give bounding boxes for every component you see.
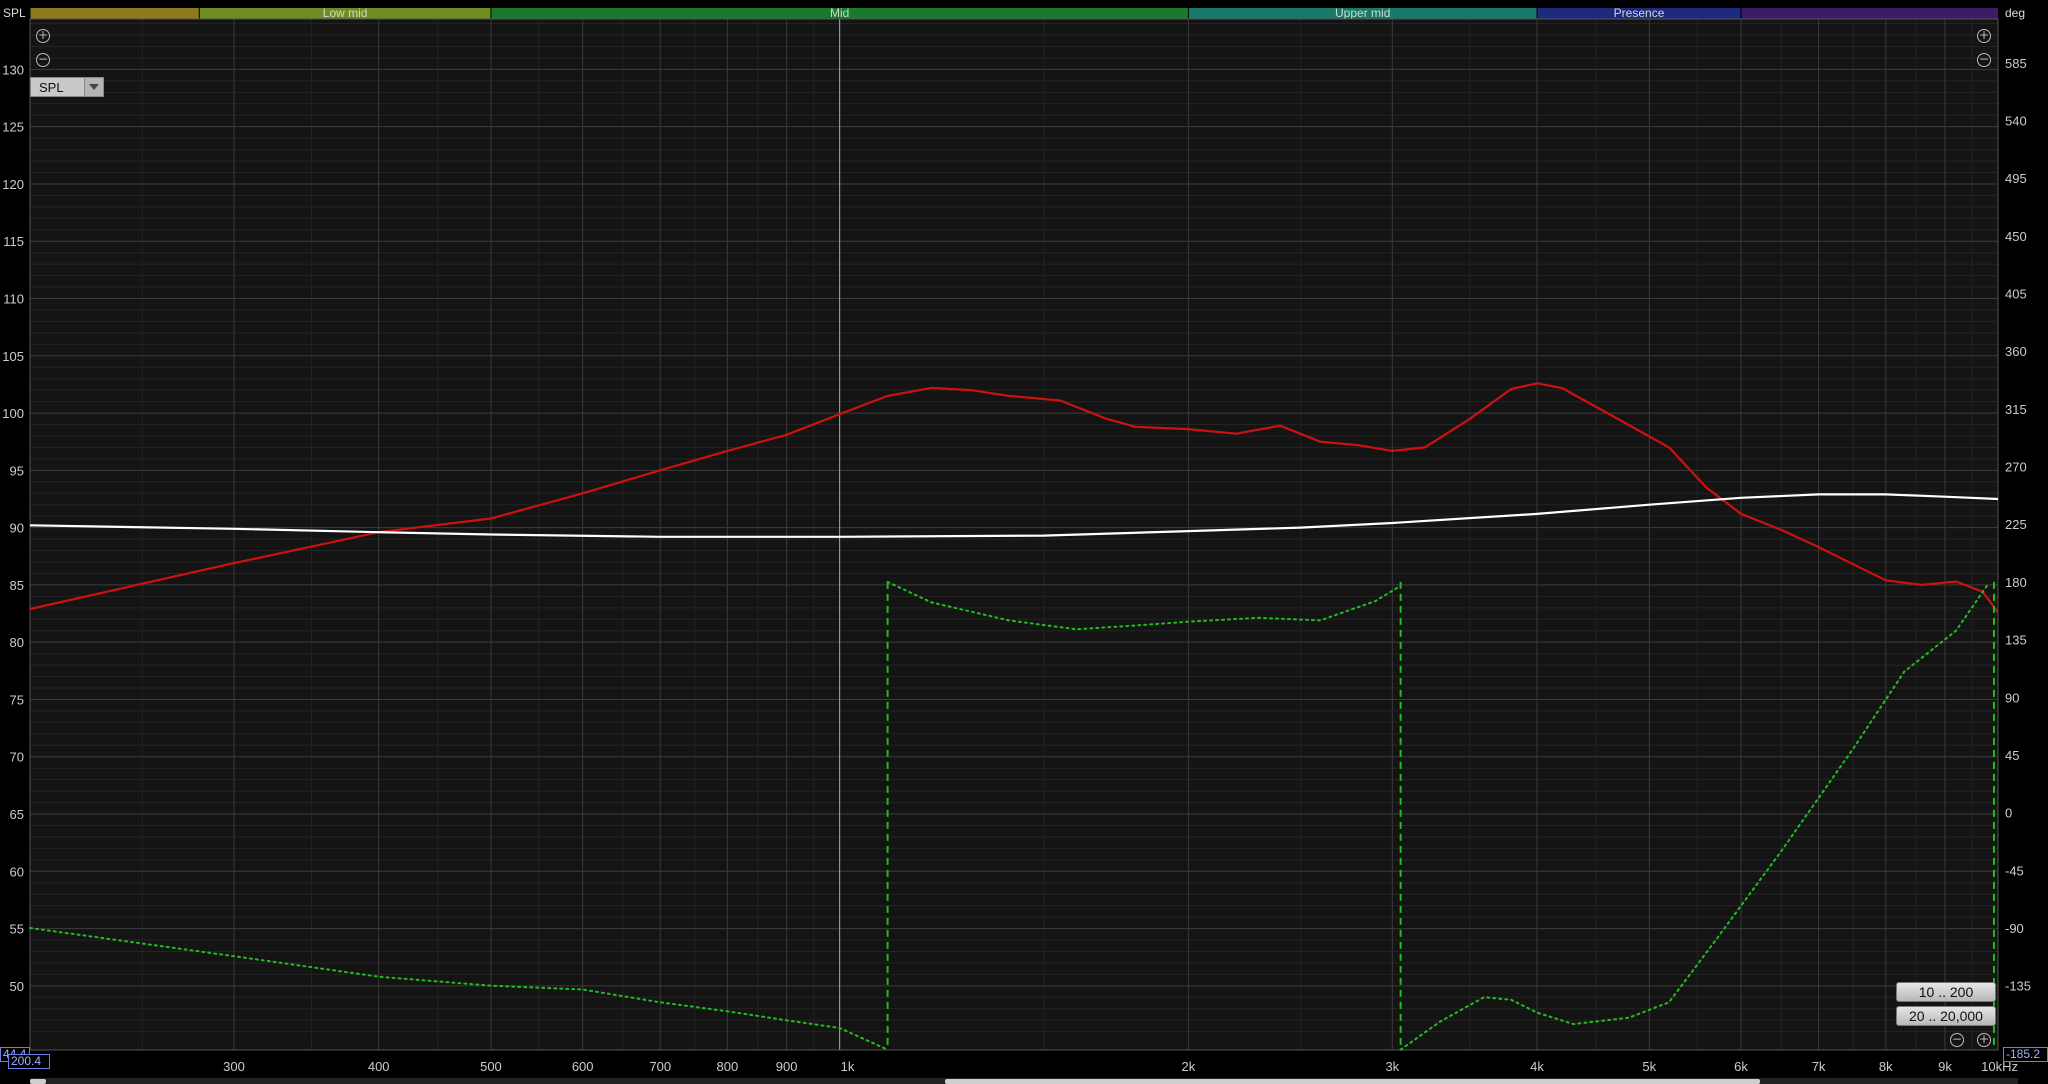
y-left-tick-label: 105 (2, 349, 24, 364)
band-label: Upper mid (1335, 6, 1390, 20)
scrollbar-left-handle[interactable] (30, 1079, 46, 1084)
y-right-tick-label: 495 (2005, 171, 2027, 186)
y-left-tick-label: 110 (3, 292, 24, 307)
y-left-tick-label: 55 (10, 922, 24, 937)
x-tick-label: 1k (841, 1059, 855, 1074)
y-left-tick-label: 115 (3, 234, 24, 249)
y-left-axis-label: SPL (3, 6, 26, 20)
y-left-tick-label: 120 (2, 177, 24, 192)
band-label: Mid (830, 6, 849, 20)
x-tick-label: 8k (1879, 1059, 1893, 1074)
scrollbar-thumb[interactable] (945, 1079, 1760, 1084)
x-tick-label: 400 (368, 1059, 390, 1074)
y-right-tick-label: 90 (2005, 690, 2019, 705)
plot-area[interactable] (30, 19, 1998, 1050)
x-min-readout[interactable]: 200.4 (8, 1054, 50, 1069)
y-right-tick-label: 180 (2005, 575, 2027, 590)
y-right-tick-label: -135 (2005, 979, 2031, 994)
y-right-tick-label: 585 (2005, 56, 2027, 71)
x-tick-label: 700 (649, 1059, 671, 1074)
x-zoom-in-icon[interactable]: + (1977, 1033, 1991, 1047)
y-right-tick-label: 315 (2005, 402, 2027, 417)
y-right-axis-label: deg (2005, 6, 2025, 20)
y-right-min-readout[interactable]: -185.2 (2003, 1047, 2048, 1062)
y-left-tick-label: 70 (10, 750, 24, 765)
range-button-10-200[interactable]: 10 .. 200 (1896, 982, 1996, 1002)
y-left-tick-label: 50 (10, 979, 24, 994)
y-left-tick-label: 85 (10, 578, 24, 593)
right-zoom-in-icon[interactable]: + (1977, 29, 1991, 43)
spl-select-label: SPL (39, 80, 64, 95)
x-tick-label: 300 (223, 1059, 245, 1074)
x-zoom-out-icon[interactable]: − (1950, 1033, 1964, 1047)
y-right-tick-label: 0 (2005, 806, 2012, 821)
y-left-tick-label: 100 (2, 406, 24, 421)
y-right-tick-label: 45 (2005, 748, 2019, 763)
spl-select[interactable]: SPL (30, 77, 104, 97)
x-tick-label: 7k (1812, 1059, 1826, 1074)
x-tick-label: 2k (1181, 1059, 1195, 1074)
left-zoom-out-icon[interactable]: − (36, 53, 50, 67)
range-button-20-20000[interactable]: 20 .. 20,000 (1896, 1006, 1996, 1026)
y-right-tick-label: 270 (2005, 460, 2027, 475)
y-left-tick-label: 130 (2, 62, 24, 77)
chevron-down-icon[interactable] (84, 78, 103, 96)
y-right-tick-label: 225 (2005, 517, 2027, 532)
band-5[interactable] (1741, 8, 1998, 19)
x-tick-label: 3k (1385, 1059, 1399, 1074)
y-right-tick-label: -90 (2005, 921, 2024, 936)
band-label: Presence (1614, 6, 1665, 20)
x-tick-label: 5k (1642, 1059, 1656, 1074)
y-right-tick-label: 135 (2005, 633, 2027, 648)
y-right-tick-label: 360 (2005, 344, 2027, 359)
left-zoom-in-icon[interactable]: + (36, 29, 50, 43)
x-tick-label: 600 (572, 1059, 594, 1074)
y-left-tick-label: 95 (10, 463, 24, 478)
x-tick-label: 500 (480, 1059, 502, 1074)
y-right-tick-label: 405 (2005, 287, 2027, 302)
right-zoom-out-icon[interactable]: − (1977, 53, 1991, 67)
y-right-tick-label: 450 (2005, 229, 2027, 244)
y-left-tick-label: 75 (10, 692, 24, 707)
y-left-tick-label: 90 (10, 521, 24, 536)
x-tick-label: 4k (1530, 1059, 1544, 1074)
y-left-tick-label: 60 (10, 864, 24, 879)
y-left-tick-label: 65 (10, 807, 24, 822)
frequency-response-chart[interactable]: Low mid Mid Upper mid Presence 130 125 120 115 1… (0, 0, 2048, 1084)
x-tick-label: 6k (1734, 1059, 1748, 1074)
y-left-tick-label: 80 (10, 635, 24, 650)
x-tick-label: 800 (717, 1059, 739, 1074)
y-right-tick-label: -45 (2005, 863, 2024, 878)
x-tick-label: 900 (776, 1059, 798, 1074)
y-right-tick-label: 540 (2005, 114, 2027, 129)
band-0[interactable] (30, 8, 200, 19)
band-label: Low mid (323, 6, 368, 20)
y-left-tick-label: 125 (2, 120, 24, 135)
x-tick-label: 9k (1938, 1059, 1952, 1074)
